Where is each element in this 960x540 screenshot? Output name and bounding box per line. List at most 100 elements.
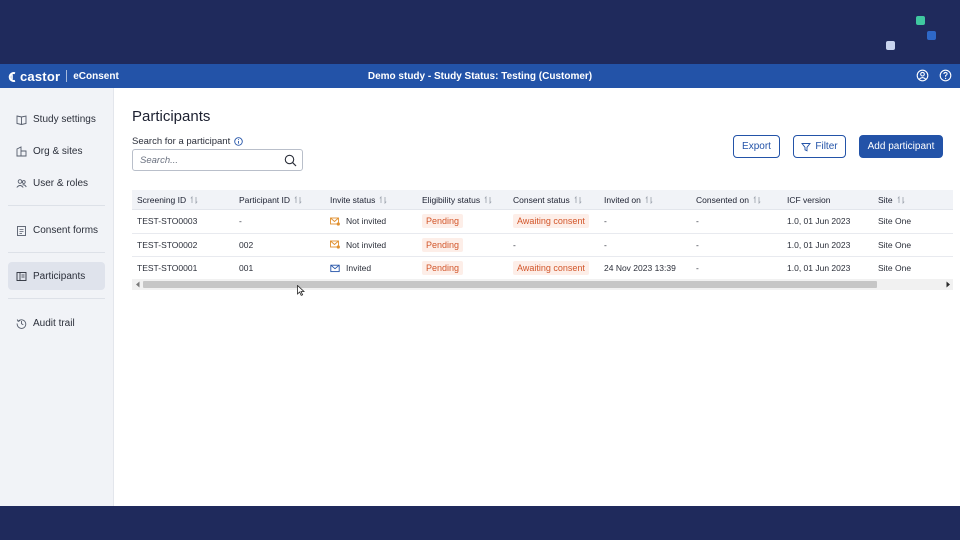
participants-icon: [16, 271, 27, 282]
cell-participant-id: 001: [239, 263, 254, 274]
table-row[interactable]: TEST-STO0003 - Not invited Pending Await…: [132, 210, 953, 234]
filter-icon: [801, 142, 812, 152]
cell-invited-on: -: [604, 216, 607, 227]
sort-icon[interactable]: [484, 195, 492, 204]
horizontal-scrollbar[interactable]: [132, 279, 953, 290]
sidebar-item-label: User & roles: [33, 177, 89, 189]
cell-screening-id: TEST-STO0003: [137, 216, 198, 227]
app-header: castor eConsent Demo study - Study Statu…: [0, 64, 960, 88]
filter-button[interactable]: Filter: [793, 135, 846, 158]
search-field[interactable]: [132, 149, 303, 171]
column-header-label: Invite status: [330, 194, 376, 205]
mail-warning-icon: [330, 217, 340, 226]
column-header-consented-on[interactable]: Consented on: [696, 190, 761, 209]
search-label-text: Search for a participant: [132, 136, 231, 147]
sidebar-item-participants[interactable]: Participants: [8, 262, 105, 290]
cell-screening-id: TEST-STO0001: [137, 263, 198, 274]
cell-consented-on: -: [696, 239, 699, 250]
search-input[interactable]: [133, 154, 278, 166]
cell-eligibility: Pending: [422, 257, 464, 280]
column-header-eligibility-status[interactable]: Eligibility status: [422, 190, 492, 209]
cell-eligibility: Pending: [422, 210, 464, 233]
filter-button-label: Filter: [815, 141, 838, 152]
cell-icf-version: 1.0, 01 Jun 2023: [787, 216, 851, 227]
table-row[interactable]: TEST-STO0001 001 Invited Pending Awaitin…: [132, 257, 953, 281]
sidebar: Study settings Org & sites User & roles …: [0, 88, 114, 506]
column-header-site[interactable]: Site: [878, 190, 905, 209]
column-header-label: Screening ID: [137, 194, 187, 205]
table-header: Screening ID Participant ID Invite statu…: [132, 190, 953, 210]
cell-invited-on: -: [604, 239, 607, 250]
sidebar-item-org-sites[interactable]: Org & sites: [8, 137, 105, 165]
add-participant-label: Add participant: [867, 141, 935, 152]
sort-icon[interactable]: [190, 195, 198, 204]
invite-status-text: Not invited: [346, 239, 387, 250]
sort-icon[interactable]: [897, 195, 905, 204]
cell-icf-version: 1.0, 01 Jun 2023: [787, 263, 851, 274]
cell-consented-on: -: [696, 263, 699, 274]
sidebar-item-user-roles[interactable]: User & roles: [8, 169, 105, 197]
sort-icon[interactable]: [645, 195, 653, 204]
cell-participant-id: 002: [239, 239, 254, 250]
sidebar-item-consent-forms[interactable]: Consent forms: [8, 216, 105, 244]
sort-icon[interactable]: [753, 195, 761, 204]
cell-participant-id: -: [239, 216, 242, 227]
sidebar-divider: [8, 252, 105, 253]
export-button[interactable]: Export: [733, 135, 780, 158]
product-name: eConsent: [73, 70, 119, 82]
decorative-square: [927, 31, 936, 40]
brand-divider: [66, 70, 68, 82]
scroll-right-icon[interactable]: [943, 280, 952, 289]
account-icon[interactable]: [916, 69, 929, 82]
sidebar-item-label: Consent forms: [33, 224, 99, 236]
book-icon: [16, 114, 27, 125]
cell-invite-status: Not invited: [330, 210, 386, 233]
status-badge: Awaiting consent: [513, 261, 589, 276]
column-header-label: Consent status: [513, 194, 570, 205]
sidebar-item-audit-trail[interactable]: Audit trail: [8, 309, 105, 337]
column-header-participant-id[interactable]: Participant ID: [239, 190, 302, 209]
invite-status-text: Not invited: [346, 216, 387, 227]
decorative-square: [886, 41, 895, 50]
history-icon: [16, 318, 27, 329]
table-row[interactable]: TEST-STO0002 002 Not invited Pending - -…: [132, 234, 953, 257]
scrollbar-thumb[interactable]: [143, 281, 877, 288]
search-label: Search for a participant: [132, 136, 243, 147]
search-icon[interactable]: [284, 154, 297, 167]
cell-site: Site One: [878, 216, 912, 227]
help-icon[interactable]: [939, 69, 952, 82]
mail-warning-icon: [330, 240, 340, 249]
column-header-label: Participant ID: [239, 194, 291, 205]
scroll-left-icon[interactable]: [133, 280, 142, 289]
page-title: Participants: [132, 108, 211, 125]
buildings-icon: [16, 145, 27, 157]
column-header-label: Eligibility status: [422, 194, 481, 205]
brand[interactable]: castor eConsent: [0, 64, 119, 88]
bottom-banner: [0, 506, 960, 540]
column-header-screening-id[interactable]: Screening ID: [137, 190, 198, 209]
cell-consent: Awaiting consent: [513, 210, 589, 233]
sort-icon[interactable]: [574, 195, 582, 204]
sidebar-item-label: Audit trail: [33, 317, 75, 329]
column-header-consent-status[interactable]: Consent status: [513, 190, 582, 209]
study-title: Demo study - Study Status: Testing (Cust…: [367, 70, 593, 82]
column-header-invited-on[interactable]: Invited on: [604, 190, 653, 209]
mouse-cursor-icon: [297, 285, 305, 296]
sort-icon[interactable]: [379, 195, 387, 204]
sidebar-item-label: Study settings: [33, 113, 96, 125]
cell-site: Site One: [878, 239, 912, 250]
column-header-invite-status[interactable]: Invite status: [330, 190, 387, 209]
sort-icon[interactable]: [294, 195, 302, 204]
column-header-label: Site: [878, 194, 893, 205]
sidebar-item-study-settings[interactable]: Study settings: [8, 105, 105, 133]
cell-icf-version: 1.0, 01 Jun 2023: [787, 239, 851, 250]
column-header-label: Consented on: [696, 194, 749, 205]
add-participant-button[interactable]: Add participant: [859, 135, 943, 158]
sidebar-divider: [8, 298, 105, 299]
info-icon[interactable]: [234, 137, 243, 146]
column-header-label: ICF version: [787, 194, 831, 205]
cell-consented-on: -: [696, 216, 699, 227]
invite-status-text: Invited: [346, 263, 372, 274]
castor-logo-icon: [7, 70, 17, 82]
top-banner: [0, 0, 960, 64]
